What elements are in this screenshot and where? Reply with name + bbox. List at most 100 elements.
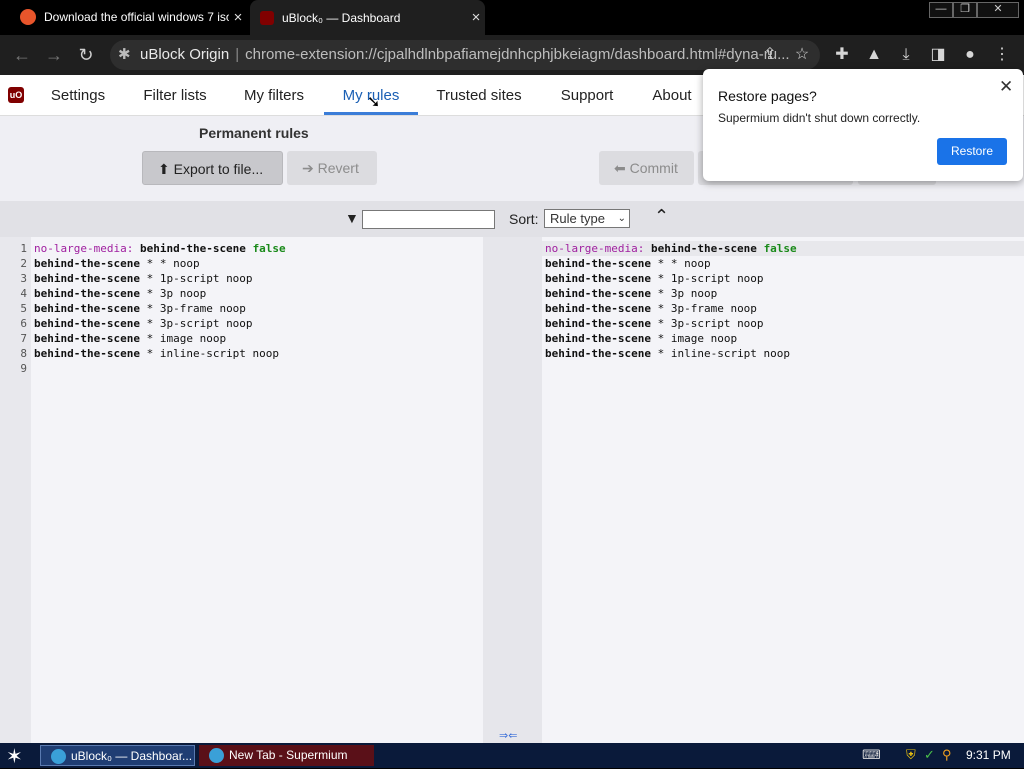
network-icon[interactable]: ✓ bbox=[924, 747, 935, 763]
tab-close-icon[interactable]: × bbox=[229, 9, 247, 26]
line-number: 1 bbox=[20, 242, 27, 255]
minimize-button[interactable]: — bbox=[929, 2, 953, 18]
rule-source: behind-the-scene bbox=[545, 302, 651, 315]
line-number: 3 bbox=[20, 272, 27, 285]
back-arrow-icon[interactable]: ← bbox=[10, 43, 34, 67]
nav-about[interactable]: About bbox=[644, 75, 700, 115]
line-number: 6 bbox=[20, 317, 27, 330]
restore-pages-dialog: Restore pages? Supermium didn't shut dow… bbox=[703, 69, 1023, 181]
upload-icon: ⬆ bbox=[158, 161, 170, 177]
nav-filter-lists[interactable]: Filter lists bbox=[134, 75, 216, 115]
rule-source: behind-the-scene bbox=[34, 287, 140, 300]
bookmark-star-icon[interactable]: ☆ bbox=[790, 43, 814, 67]
rule-line bbox=[34, 361, 286, 376]
task-label: New Tab - Supermium bbox=[229, 748, 348, 762]
nav-settings[interactable]: Settings bbox=[42, 75, 114, 115]
browser-tab-dashboard[interactable]: uBlock₀ — Dashboard × bbox=[250, 0, 485, 35]
rule-line: behind-the-scene * 1p-script noop bbox=[545, 271, 797, 286]
rule-line: behind-the-scene * 3p-script noop bbox=[34, 316, 286, 331]
rule-line: behind-the-scene * * noop bbox=[34, 256, 286, 271]
ublock-logo-icon: uO bbox=[8, 87, 24, 103]
permanent-rules-editor[interactable]: no-large-media: behind-the-scene false be… bbox=[31, 237, 483, 743]
tab-close-icon[interactable]: × bbox=[467, 9, 485, 26]
filter-input[interactable] bbox=[362, 210, 495, 229]
start-button[interactable]: ✶ bbox=[6, 744, 23, 769]
download-icon[interactable]: ⤓ bbox=[894, 43, 918, 67]
reload-icon[interactable]: ↻ bbox=[74, 43, 98, 67]
merge-arrows-icon[interactable]: ⇒⇐ bbox=[499, 729, 517, 742]
rule-body: * 3p-script noop bbox=[146, 317, 253, 330]
labs-flask-icon[interactable]: ▲ bbox=[862, 43, 886, 67]
permanent-rules-heading: Permanent rules bbox=[199, 125, 309, 141]
arrow-right-icon: ➔ bbox=[302, 160, 314, 176]
close-window-button[interactable]: ✕ bbox=[977, 2, 1019, 18]
ublock-favicon-icon bbox=[260, 10, 274, 25]
sort-label: Sort: bbox=[509, 211, 539, 227]
rule-body: * 3p noop bbox=[146, 287, 207, 300]
nav-my-filters[interactable]: My filters bbox=[236, 75, 312, 115]
rule-body: * 1p-script noop bbox=[146, 272, 253, 285]
menu-kebab-icon[interactable]: ⋮ bbox=[990, 43, 1014, 67]
search-icon[interactable]: ⚲ bbox=[942, 747, 952, 763]
permanent-rules-text: no-large-media: behind-the-scene false be… bbox=[34, 241, 286, 376]
filter-funnel-icon: ▼ bbox=[345, 210, 359, 226]
rule-source: behind-the-scene bbox=[545, 317, 651, 330]
restore-window-button[interactable]: ❐ bbox=[953, 2, 977, 18]
rule-line: no-large-media: behind-the-scene false bbox=[545, 241, 797, 256]
side-panel-icon[interactable]: ◨ bbox=[926, 43, 950, 67]
export-label: Export to file... bbox=[173, 161, 264, 177]
line-numbers: 1 2 3 4 5 6 7 8 9 bbox=[0, 241, 27, 376]
rule-line: behind-the-scene * inline-script noop bbox=[545, 346, 797, 361]
dialog-message: Supermium didn't shut down correctly. bbox=[718, 111, 921, 125]
commit-button[interactable]: ⬅ Commit bbox=[599, 151, 694, 185]
rule-line: behind-the-scene * * noop bbox=[545, 256, 797, 271]
taskbar: ✶ uBlock₀ — Dashboar... New Tab - Superm… bbox=[0, 743, 1024, 768]
merge-gap bbox=[483, 237, 542, 743]
tab-title: Download the official windows 7 iso bbox=[44, 10, 229, 24]
line-number: 7 bbox=[20, 332, 27, 345]
line-number: 9 bbox=[20, 362, 27, 375]
extensions-puzzle-icon[interactable]: ✚ bbox=[830, 43, 854, 67]
rule-source: behind-the-scene bbox=[34, 257, 140, 270]
forward-arrow-icon[interactable]: → bbox=[42, 43, 66, 67]
taskbar-item-new-tab[interactable]: New Tab - Supermium bbox=[199, 745, 374, 766]
collapse-chevrons-icon[interactable]: ⌃ bbox=[654, 206, 669, 227]
rule-source: no-large-media: bbox=[545, 242, 645, 255]
export-to-file-button[interactable]: ⬆ Export to file... bbox=[142, 151, 283, 185]
security-shield-icon[interactable]: ⛨ bbox=[906, 747, 916, 763]
browser-tab-download[interactable]: Download the official windows 7 iso × bbox=[12, 0, 247, 34]
rule-body: * 3p noop bbox=[657, 287, 718, 300]
address-bar[interactable]: ✱ uBlock Origin | chrome-extension://cjpalh… bbox=[110, 40, 820, 70]
rule-value: false bbox=[763, 242, 797, 255]
rule-destination: behind-the-scene bbox=[650, 242, 757, 255]
address-host: uBlock Origin bbox=[140, 46, 230, 63]
profile-avatar-icon[interactable]: ● bbox=[958, 43, 982, 67]
extension-icon: ✱ bbox=[118, 46, 131, 63]
line-number: 5 bbox=[20, 302, 27, 315]
nav-trusted-sites[interactable]: Trusted sites bbox=[430, 75, 528, 115]
rule-line: behind-the-scene * 3p-frame noop bbox=[545, 301, 797, 316]
restore-button[interactable]: Restore bbox=[937, 138, 1007, 165]
rule-source: behind-the-scene bbox=[545, 272, 651, 285]
rule-source: behind-the-scene bbox=[34, 317, 140, 330]
rule-line: behind-the-scene * 3p noop bbox=[545, 286, 797, 301]
close-icon[interactable]: ✕ bbox=[999, 77, 1013, 97]
rule-line: behind-the-scene * image noop bbox=[545, 331, 797, 346]
taskbar-item-ublock[interactable]: uBlock₀ — Dashboar... bbox=[40, 745, 195, 766]
keyboard-icon[interactable]: ⌨ bbox=[862, 747, 881, 763]
rule-body: * 3p-script noop bbox=[657, 317, 764, 330]
sort-select[interactable]: Rule type ⌄ bbox=[544, 209, 630, 228]
reddit-favicon-icon bbox=[20, 9, 36, 25]
address-url: chrome-extension://cjpalhdlnbpafiamejdnh… bbox=[245, 46, 790, 63]
rule-source: behind-the-scene bbox=[545, 287, 651, 300]
rule-body: * * noop bbox=[657, 257, 711, 270]
rule-body: * image noop bbox=[657, 332, 738, 345]
revert-button[interactable]: ➔ Revert bbox=[287, 151, 377, 185]
supermium-icon bbox=[209, 748, 224, 763]
rule-body: * 1p-script noop bbox=[657, 272, 764, 285]
rule-body: * inline-script noop bbox=[657, 347, 791, 360]
nav-support[interactable]: Support bbox=[552, 75, 622, 115]
line-number: 2 bbox=[20, 257, 27, 270]
rule-source: behind-the-scene bbox=[34, 347, 140, 360]
share-icon[interactable]: ⇪ bbox=[758, 43, 782, 67]
